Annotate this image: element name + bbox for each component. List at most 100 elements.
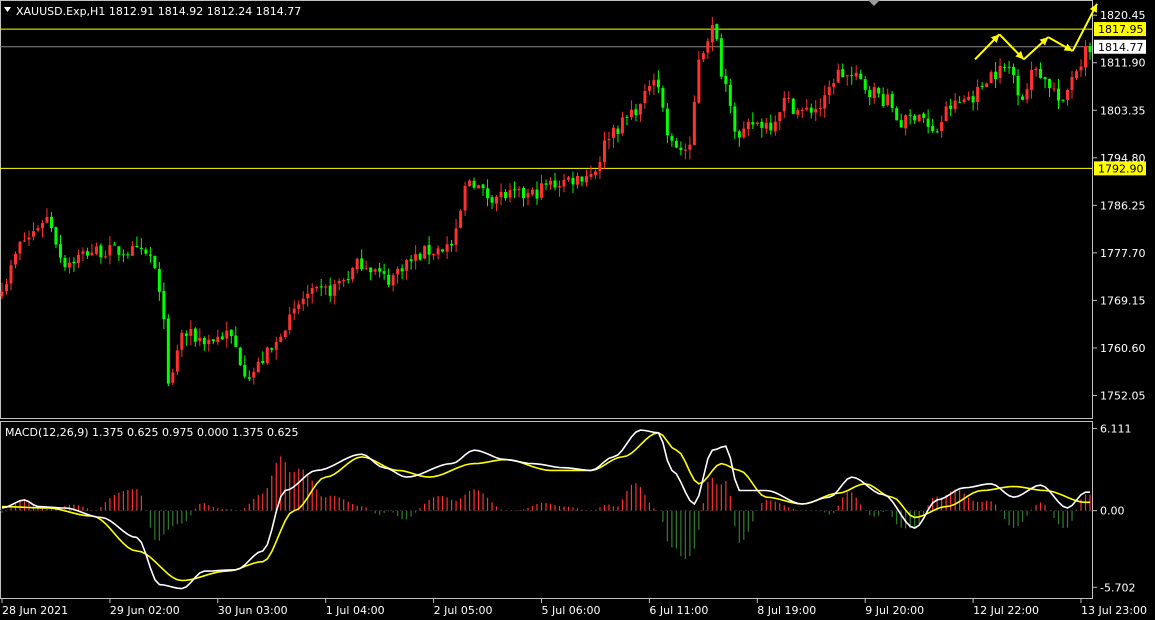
time-tick-label: 30 Jun 03:00 — [218, 604, 288, 617]
time-axis: 28 Jun 2021 29 Jun 02:00 30 Jun 03:00 1 Jul… — [1, 599, 1147, 617]
candle-body — [319, 286, 323, 288]
price-pane[interactable]: XAUUSD.Exp,H1 1812.91 1814.92 1812.24 18… — [0, 0, 1098, 419]
candle-body — [85, 251, 89, 256]
candle-body — [481, 184, 485, 189]
candle-body — [90, 252, 94, 255]
candle-body — [616, 128, 620, 134]
candle-body — [486, 188, 490, 199]
candle-body — [611, 127, 615, 138]
candle-body — [436, 248, 440, 255]
candle-body — [881, 94, 885, 106]
candle-body — [126, 254, 130, 256]
candle-body — [220, 336, 224, 340]
candle-body — [270, 348, 274, 350]
candle-body — [625, 116, 629, 118]
time-tick-label: 6 Jul 11:00 — [649, 604, 708, 617]
candle-body — [22, 240, 26, 242]
candle-body — [1007, 66, 1011, 68]
candle-body — [99, 245, 103, 258]
candle-body — [225, 330, 229, 339]
candle-body — [661, 88, 665, 108]
candle-body — [787, 97, 791, 99]
candle-body — [1034, 68, 1038, 71]
candle-body — [18, 241, 22, 254]
macd-tick-label: 6.111 — [1100, 423, 1132, 436]
candle-body — [629, 109, 633, 118]
candle-body — [670, 136, 674, 141]
candle-body — [886, 94, 890, 106]
candle-body — [1061, 99, 1065, 101]
candle-body — [189, 328, 193, 336]
candle-body — [360, 258, 364, 270]
price-tick-label: 1820.45 — [1100, 9, 1146, 22]
candle-body — [130, 246, 134, 256]
candle-body — [454, 228, 458, 245]
candle-body — [328, 285, 332, 296]
candle-body — [1075, 71, 1079, 78]
candle-body — [791, 98, 795, 114]
candle-body — [13, 253, 17, 265]
candle-body — [450, 243, 454, 246]
candle-body — [944, 106, 948, 122]
candle-body — [1030, 69, 1034, 91]
candle-body — [868, 90, 872, 98]
candle-body — [441, 249, 445, 252]
candle-body — [773, 121, 777, 132]
candle-body — [40, 223, 44, 229]
macd-axis: 6.111 0.00 -5.702 — [1092, 423, 1135, 594]
candle-body — [9, 265, 13, 284]
level-price-tag-label: 1792.90 — [1098, 162, 1144, 175]
candle-body — [184, 333, 188, 337]
candle-body — [890, 93, 894, 108]
candle-body — [737, 131, 741, 138]
candle-body — [423, 245, 427, 259]
time-tick-label: 1 Jul 04:00 — [326, 604, 385, 617]
candle-body — [193, 328, 197, 342]
candle-body — [472, 180, 476, 188]
chart-canvas[interactable]: XAUUSD.Exp,H1 1812.91 1814.92 1812.24 18… — [0, 0, 1155, 620]
macd-pane[interactable]: MACD(12,26,9) 1.375 0.625 0.975 0.000 1.… — [0, 421, 1093, 599]
candle-body — [827, 86, 831, 95]
candle-body — [1052, 88, 1056, 90]
candle-body — [207, 339, 211, 345]
candle-body — [288, 314, 292, 331]
candle-body — [45, 217, 49, 223]
candle-body — [1079, 66, 1083, 71]
candle-body — [369, 267, 373, 273]
candle-body — [980, 85, 984, 87]
candle-body — [405, 260, 409, 271]
candle-body — [751, 122, 755, 125]
candle-body — [899, 120, 903, 128]
candle-body — [427, 244, 431, 255]
candle-body — [841, 69, 845, 78]
candle-body — [540, 183, 544, 198]
candle-body — [36, 228, 40, 231]
candle-body — [499, 191, 503, 198]
candle-body — [917, 114, 921, 121]
current-price-tag-label: 1814.77 — [1098, 41, 1144, 54]
candle-body — [198, 337, 202, 342]
candle-body — [571, 177, 575, 185]
candle-body — [229, 329, 233, 337]
candle-body — [962, 99, 966, 103]
candle-body — [809, 107, 813, 113]
candle-body — [715, 24, 719, 40]
candle-body — [355, 258, 359, 270]
candle-body — [94, 246, 98, 254]
candle-body — [49, 216, 53, 229]
candle-body — [607, 138, 611, 141]
candle-body — [1048, 78, 1052, 89]
candle-body — [1066, 89, 1070, 100]
candle-body — [513, 189, 517, 191]
candle-body — [814, 108, 818, 113]
candle-body — [1057, 88, 1061, 101]
candle-body — [216, 336, 220, 342]
candle-body — [144, 249, 148, 254]
candle-body — [967, 96, 971, 100]
candle-body — [490, 197, 494, 203]
candle-body — [908, 114, 912, 116]
price-tick-label: 1752.05 — [1100, 389, 1146, 402]
candle-body — [593, 171, 597, 175]
macd-tick-label: 0.00 — [1100, 505, 1125, 518]
candle-body — [531, 189, 535, 195]
